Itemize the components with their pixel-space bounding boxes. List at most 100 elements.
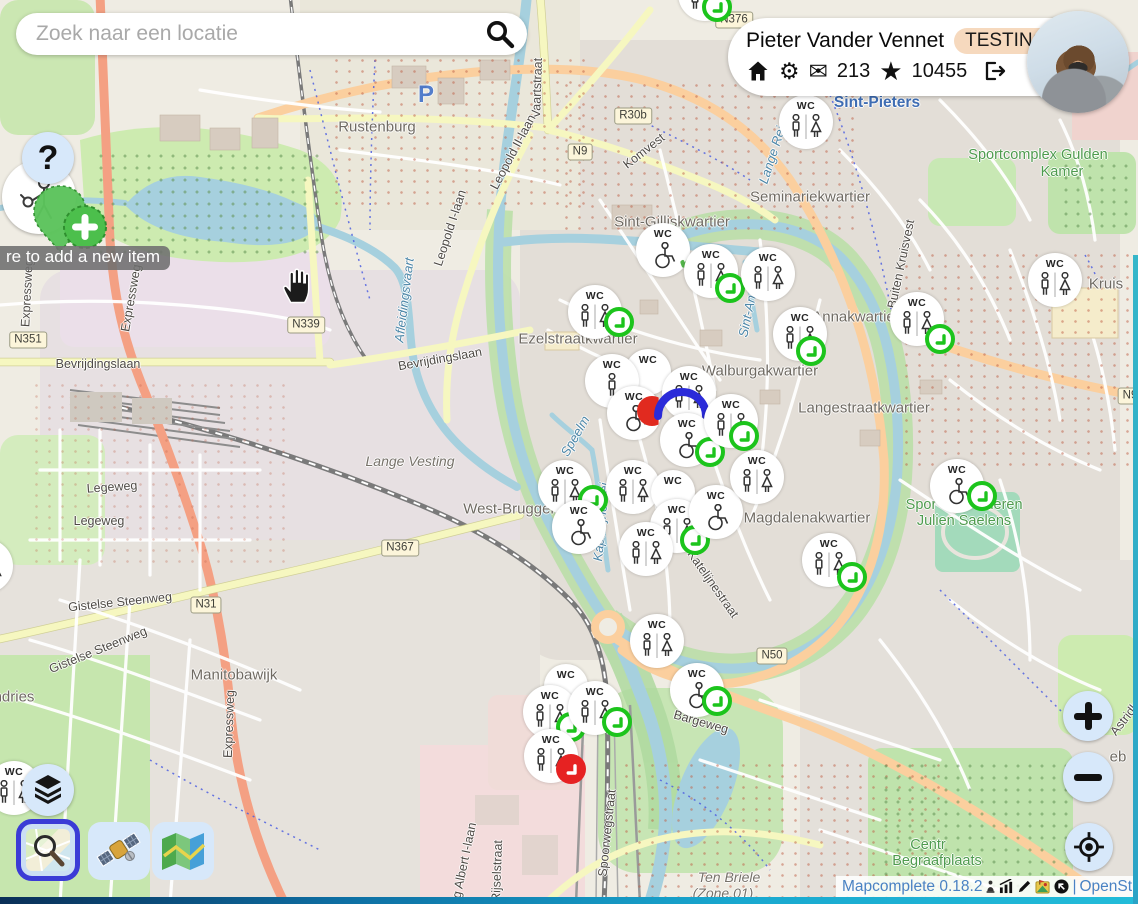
plus-icon [1074, 702, 1102, 730]
attribution-bar[interactable]: Mapcomplete 0.18.2 | OpenStreetMap [836, 876, 1138, 897]
wc-marker[interactable]: WC [730, 450, 784, 504]
wc-marker[interactable]: WC [552, 500, 606, 554]
statistics-icon [999, 879, 1014, 894]
contributor-icon [985, 879, 996, 894]
wc-marker[interactable]: WC [890, 292, 944, 346]
wheelchair-icon [564, 519, 594, 547]
help-button[interactable]: ? [22, 132, 74, 184]
wc-marker[interactable]: WC [619, 522, 673, 576]
wc-marker[interactable]: WC [741, 247, 795, 301]
folded-map-icon [160, 831, 206, 871]
marker-wc-label: WC [542, 734, 561, 746]
theme-color-strip-bottom [0, 897, 1138, 904]
marker-wc-label: WC [639, 354, 658, 366]
opening-hours-badge [702, 686, 732, 716]
marker-wc-label: WC [603, 359, 622, 371]
wheelchair-icon [701, 504, 731, 532]
marker-wc-label: WC [791, 312, 810, 324]
wc-marker[interactable]: WC [568, 285, 622, 339]
wc-marker[interactable]: WC [524, 729, 578, 783]
geolocate-button[interactable] [1065, 823, 1113, 871]
wc-marker[interactable]: WC [704, 394, 758, 448]
marker-wc-label: WC [748, 455, 767, 467]
opening-hours-badge [967, 481, 997, 511]
marker-wc-label: WC [648, 619, 667, 631]
basemap-style-satellite-button[interactable] [88, 822, 150, 880]
map-viewport[interactable]: RustenburgSint-GilliskwartierSeminariekw… [0, 0, 1138, 904]
marker-wc-label: WC [557, 669, 576, 681]
basemap-style-osm-button[interactable] [16, 819, 80, 881]
changeset-count: 10455 [912, 60, 968, 83]
marker-wc-label: WC [637, 527, 656, 539]
user-avatar[interactable] [1027, 11, 1129, 113]
toilets-men-women-icon [1037, 272, 1073, 299]
osm-map-magnifier-icon [26, 829, 70, 871]
wc-marker[interactable]: WC [802, 533, 856, 587]
marker-wc-label: WC [702, 249, 721, 261]
map-marker-layer: WC WC [0, 0, 1138, 904]
toilets-men-women-icon [615, 479, 651, 506]
marker-wc-label: WC [759, 252, 778, 264]
marker-wc-label: WC [707, 490, 726, 502]
search-icon[interactable] [485, 19, 515, 49]
marker-wc-label: WC [586, 686, 605, 698]
attribution-separator: | [1072, 878, 1076, 896]
search-bar[interactable] [16, 13, 527, 55]
marker-wc-label: WC [820, 538, 839, 550]
wc-marker[interactable]: WC [1028, 253, 1082, 307]
marker-wc-label: WC [668, 504, 687, 516]
user-name: Pieter Vander Vennet [746, 29, 944, 53]
toilets-men-women-icon [788, 114, 824, 141]
marker-wc-label: WC [678, 418, 697, 430]
wc-marker[interactable]: WC [630, 614, 684, 668]
marker-wc-label: WC [1046, 258, 1065, 270]
app-version[interactable]: Mapcomplete 0.18.2 [842, 878, 982, 896]
theme-icon [1035, 879, 1051, 894]
messages-count: 213 [837, 60, 870, 83]
opening-hours-badge [837, 562, 867, 592]
wc-marker[interactable]: WC [678, 0, 732, 21]
opening-hours-badge [604, 307, 634, 337]
toilets-men-women-icon [639, 633, 675, 660]
logout-icon[interactable] [982, 59, 1006, 83]
minus-icon [1074, 763, 1102, 791]
zoom-out-button[interactable] [1063, 752, 1113, 802]
layers-button[interactable] [22, 764, 74, 816]
marker-wc-label: WC [654, 228, 673, 240]
wc-marker[interactable]: WC [779, 95, 833, 149]
wc-marker[interactable]: WC [568, 681, 622, 735]
hand-cursor-icon [280, 266, 316, 309]
home-icon[interactable] [746, 59, 770, 83]
edit-pencil-icon [1017, 879, 1032, 894]
basemap-style-map-button[interactable] [152, 822, 214, 880]
messages-icon[interactable]: ✉ [809, 59, 828, 83]
opening-hours-badge [556, 754, 586, 784]
osm-link[interactable]: OpenStreetMap [1079, 878, 1138, 896]
toilets-men-women-icon [628, 541, 664, 568]
wc-marker[interactable]: WC [684, 244, 738, 298]
marker-wc-label: WC [948, 464, 967, 476]
help-label: ? [38, 139, 59, 178]
marker-wc-label: WC [664, 475, 683, 487]
marker-wc-label: WC [5, 766, 24, 778]
crosshair-icon [1073, 831, 1105, 863]
opening-hours-badge [796, 336, 826, 366]
wc-marker[interactable]: WC ✓ [636, 223, 690, 277]
settings-gear-icon[interactable]: ⚙ [779, 59, 800, 83]
wc-marker[interactable]: WC [930, 459, 984, 513]
toilets-men-women-icon [750, 266, 786, 293]
search-input[interactable] [34, 21, 485, 47]
zoom-in-button[interactable] [1063, 691, 1113, 741]
attribution-arrow-icon [1054, 879, 1069, 894]
marker-wc-label: WC [680, 371, 699, 383]
wc-marker[interactable]: WC [0, 539, 13, 593]
add-item-tooltip: re to add a new item [0, 246, 170, 270]
marker-wc-label: WC [541, 690, 560, 702]
toilets-men-women-icon [0, 558, 4, 585]
theme-color-strip-right [1133, 255, 1138, 904]
wc-marker[interactable]: WC [773, 307, 827, 361]
marker-wc-label: WC [722, 399, 741, 411]
opening-hours-badge [925, 324, 955, 354]
wc-marker[interactable]: WC [670, 663, 724, 717]
toilets-men-women-icon [739, 469, 775, 496]
